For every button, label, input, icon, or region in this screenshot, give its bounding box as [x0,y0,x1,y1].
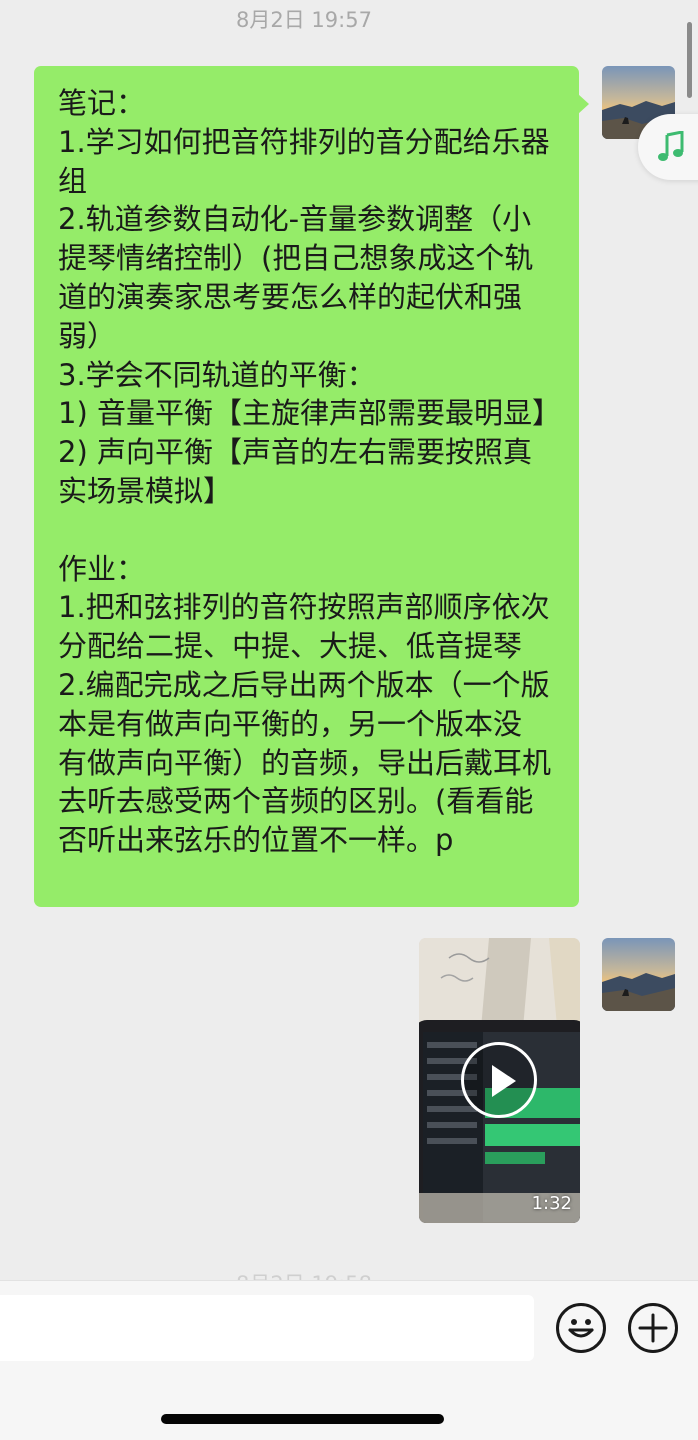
video-message[interactable]: 1:32 [419,938,580,1223]
message-line: 有做声向平衡）的音频，导出后戴耳机 [58,745,552,780]
note-message-bubble[interactable]: 笔记： 1.学习如何把音符排列的音分配给乐器 组 2.轨道参数自动化-音量参数调… [34,66,589,907]
message-line: 实场景模拟】 [58,473,233,508]
floating-music-button[interactable] [638,114,698,180]
message-line: 1) 音量平衡【主旋律声部需要最明显】 [58,396,561,431]
message-line: 本是有做声向平衡的，另一个版本没 [58,706,523,741]
message-line: 提琴情绪控制）(把自己想象成这个轨 [58,241,534,276]
home-indicator[interactable] [161,1414,444,1424]
emoji-button[interactable] [556,1303,606,1353]
message-timestamp: 8月2日 19:57 [236,8,372,32]
video-duration: 1:32 [531,1193,572,1214]
add-button[interactable] [628,1303,678,1353]
music-note-icon [658,131,684,161]
message-line: 3.学会不同轨道的平衡： [58,357,376,392]
message-line: 2) 声向平衡【声音的左右需要按照真 [58,435,532,470]
message-line [58,511,565,550]
plus-icon [638,1313,668,1343]
play-icon[interactable] [461,1042,537,1118]
message-line: 笔记： [58,86,146,120]
message-line: 去听去感受两个音频的区别。(看看能 [58,784,534,819]
smiley-icon [568,1319,594,1338]
message-line: 2.轨道参数自动化-音量参数调整（小 [58,202,532,237]
message-line: 作业： [58,551,146,586]
user-avatar[interactable] [602,938,675,1011]
message-line: 分配给二提、中提、大提、低音提琴 [58,629,523,664]
message-line: 1.学习如何把音符排列的音分配给乐器 [58,124,550,159]
message-line: 弱） [58,318,117,353]
chat-screen: 8月2日 19:57 笔记： 1.学习如何把音符排列的音分配给乐器 组 2.轨道… [0,0,698,1440]
scrollbar[interactable] [687,22,692,98]
message-line: 否听出来弦乐的位置不一样。p [58,823,454,858]
avatar-landscape-image [602,938,675,1011]
message-input[interactable] [0,1295,534,1361]
message-line: 道的演奏家思考要怎么样的起伏和强 [58,279,523,314]
message-line: 1.把和弦排列的音符按照声部顺序依次 [58,590,550,625]
message-line: 组 [58,163,88,198]
message-line: 2.编配完成之后导出两个版本（一个版 [58,667,550,702]
